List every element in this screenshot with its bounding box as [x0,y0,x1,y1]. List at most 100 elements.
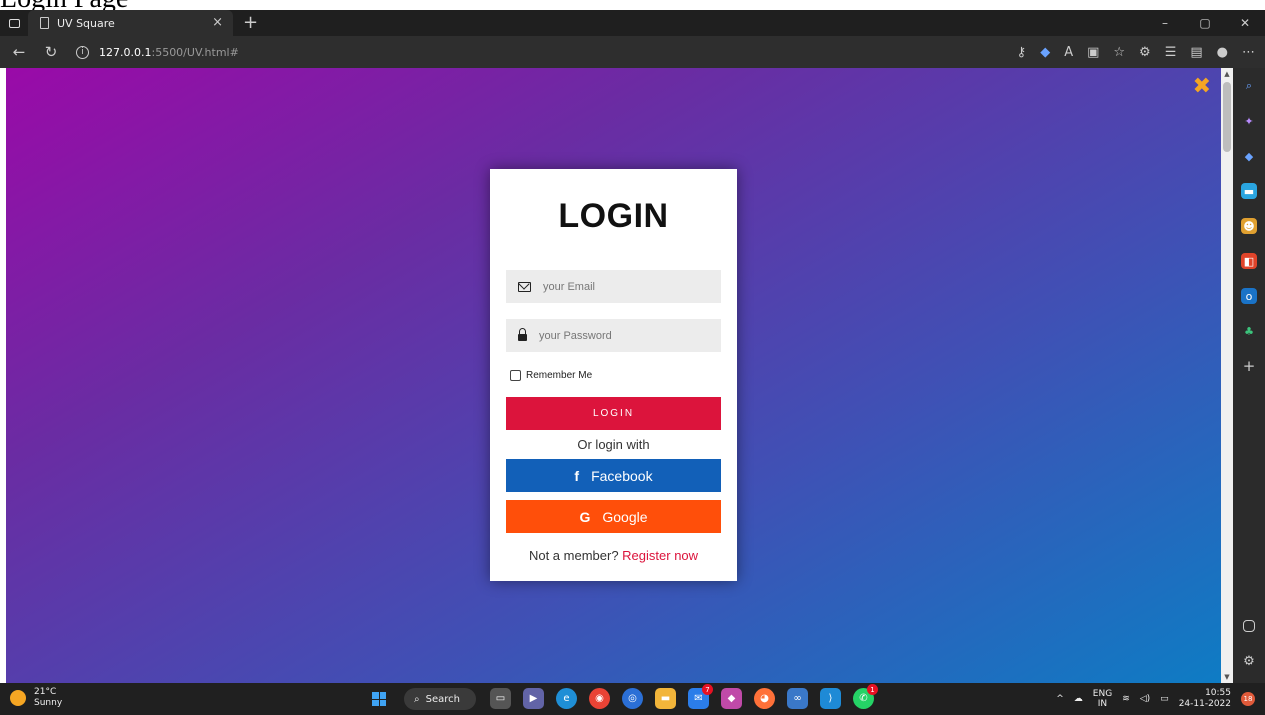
outlook-icon[interactable]: o [1241,288,1257,304]
password-input[interactable] [539,329,699,342]
extensions-icon[interactable]: ⚙ [1139,45,1151,60]
start-button[interactable] [372,692,386,706]
file-explorer-icon[interactable]: ▬ [655,688,676,709]
email-field[interactable] [506,270,721,303]
close-x-icon[interactable]: ✖ [1193,74,1211,99]
page-caption: Login Page [0,0,300,10]
scroll-up-icon[interactable]: ▲ [1221,68,1233,80]
battery-icon[interactable]: ▭ [1160,694,1169,704]
address-bar-row: ← ↻ i 127.0.0.1:5500/UV.html# ⚷ ◆ A ▣ ☆ … [0,36,1265,68]
more-menu-icon[interactable]: ⋯ [1242,45,1255,60]
profile-avatar-icon[interactable]: ● [1217,45,1228,60]
key-icon[interactable]: ⚷ [1017,45,1027,60]
scroll-thumb[interactable] [1223,82,1231,152]
login-button[interactable]: LOGIN [506,397,721,430]
close-window-button[interactable]: ✕ [1225,10,1265,36]
clock-date: 24-11-2022 [1178,699,1231,709]
weather-widget[interactable]: 21°C Sunny [10,687,62,709]
add-icon[interactable]: + [1241,357,1257,375]
teams-icon[interactable]: ▶ [523,688,544,709]
mail-badge: 7 [702,684,713,695]
email-input[interactable] [543,280,703,293]
facebook-login-button[interactable]: f Facebook [506,459,721,492]
taskbar-search[interactable]: ⌕ Search [404,688,476,710]
vscode-icon[interactable]: ⟩ [820,688,841,709]
edge-sidebar: ⌕ ✦ ◆ ▬ ☻ ◧ o ♣ + ⚙ [1233,68,1265,683]
new-tab-button[interactable]: + [243,14,258,32]
minimize-button[interactable]: – [1145,10,1185,36]
read-aloud-icon[interactable]: A [1064,45,1073,60]
remember-me[interactable]: Remember Me [510,370,592,381]
chrome-icon[interactable]: ◉ [589,688,610,709]
remember-me-checkbox[interactable] [510,370,521,381]
webex-icon[interactable]: ∞ [787,688,808,709]
volume-icon[interactable]: ◁) [1140,694,1150,704]
edge-icon[interactable]: e [556,688,577,709]
sun-icon [10,690,26,706]
weather-desc: Sunny [34,698,63,708]
office-icon[interactable]: ◧ [1241,253,1257,269]
site-info-icon[interactable]: i [76,45,89,59]
page-icon [40,17,49,29]
chevron-up-icon[interactable]: ^ [1056,694,1064,704]
maximize-button[interactable]: ▢ [1185,10,1225,36]
google-login-button[interactable]: G Google [506,500,721,533]
taskbar-apps: ▭ ▶ e ◉ ◎ ▬ ✉ 7 ◆ ◕ ∞ ⟩ ✆ 1 [490,684,878,709]
url-host: 127.0.0.1 [99,45,152,59]
shopping-tag-icon[interactable]: ◆ [1040,45,1050,60]
lock-icon [518,328,527,341]
clock[interactable]: 10:55 24-11-2022 [1179,688,1231,710]
window-controls: – ▢ ✕ [1145,10,1265,36]
tab-actions-button[interactable] [0,10,28,36]
not-member-text: Not a member? [528,548,619,563]
browser-tab[interactable]: UV Square × [28,10,233,36]
password-field[interactable] [506,319,721,352]
collections-icon[interactable]: ▤ [1190,45,1202,60]
tools-icon[interactable]: ▬ [1241,183,1257,199]
browser-toolbar: ⚷ ◆ A ▣ ☆ ⚙ ☰ ▤ ● ⋯ [1017,36,1255,68]
language-indicator[interactable]: ENG IN [1093,689,1112,709]
notification-badge[interactable]: 18 [1241,692,1255,706]
search-icon[interactable]: ⌕ [1241,78,1257,94]
clock-time: 10:55 [1205,688,1231,698]
wifi-icon[interactable]: ≋ [1122,694,1130,704]
page-scrollbar[interactable]: ▲ ▼ [1221,68,1233,683]
shopping-tag-icon[interactable]: ◆ [1241,148,1257,164]
page-viewport: ✖ LOGIN Remember Me LOGIN Or login with … [6,68,1221,683]
scroll-down-icon[interactable]: ▼ [1221,671,1233,683]
whatsapp-icon[interactable]: ✆ 1 [853,684,878,709]
facebook-label: Facebook [591,467,653,484]
game-app-icon[interactable]: ◆ [721,688,742,709]
tab-close-icon[interactable]: × [212,15,223,30]
firefox-icon[interactable]: ◕ [754,688,775,709]
login-title: LOGIN [558,197,669,235]
back-button[interactable]: ← [6,36,32,68]
settings-icon[interactable]: ⚙ [1241,653,1257,669]
register-now-link[interactable]: Register now [622,548,698,563]
task-view-icon[interactable]: ▭ [490,688,511,709]
envelope-icon [518,281,531,292]
register-prompt: Not a member? Register now [490,548,737,563]
favorites-icon[interactable]: ☰ [1165,45,1177,60]
remember-me-label: Remember Me [526,370,593,381]
login-card: LOGIN Remember Me LOGIN Or login with f … [490,169,737,581]
windows-logo-icon [372,692,379,699]
search-icon: ⌕ [414,693,420,705]
taskbar: 21°C Sunny ⌕ Search ▭ ▶ e ◉ ◎ ▬ ✉ 7 ◆ ◕ ∞… [0,683,1265,715]
mail-icon[interactable]: ✉ 7 [688,684,713,709]
split-screen-icon[interactable] [1243,620,1255,632]
games-icon[interactable]: ♣ [1241,323,1257,339]
or-login-with-text: Or login with [577,437,650,452]
url-field[interactable]: i 127.0.0.1:5500/UV.html# [76,40,956,64]
persona-icon[interactable]: ☻ [1241,218,1257,234]
browser-app-icon[interactable]: ◎ [622,688,643,709]
immersive-reader-icon[interactable]: ▣ [1087,45,1099,60]
weather-temp: 21°C [34,687,57,697]
google-label: Google [602,508,648,525]
refresh-button[interactable]: ↻ [38,36,64,68]
cloud-icon[interactable]: ☁ [1074,694,1083,704]
add-favorite-icon[interactable]: ☆ [1113,45,1125,60]
url-path: :5500/UV.html# [151,45,239,59]
tab-title: UV Square [57,16,115,30]
copilot-icon[interactable]: ✦ [1241,113,1257,129]
